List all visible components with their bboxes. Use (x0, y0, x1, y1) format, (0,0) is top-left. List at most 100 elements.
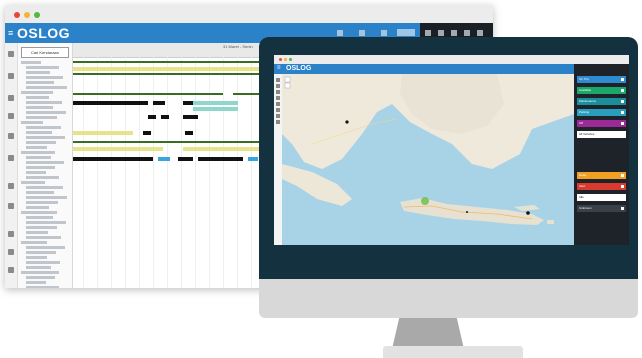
minimize-window-button[interactable] (24, 12, 30, 18)
header-icon-1[interactable] (337, 30, 343, 36)
menu-icon[interactable]: ≡ (277, 65, 281, 71)
rail-icon[interactable] (8, 267, 14, 273)
checkbox-icon[interactable] (621, 78, 624, 81)
list-item[interactable] (26, 126, 61, 129)
alert-filter-button[interactable]: Unknown (577, 205, 626, 212)
list-item[interactable] (26, 216, 53, 219)
list-item[interactable] (26, 81, 54, 84)
rail-icon[interactable] (8, 133, 14, 139)
list-item[interactable] (26, 101, 62, 104)
list-item[interactable] (26, 221, 66, 224)
schedule-bar[interactable] (148, 115, 156, 119)
list-item[interactable] (26, 86, 67, 89)
list-item[interactable] (26, 176, 59, 179)
list-item[interactable] (26, 136, 65, 139)
list-item[interactable] (26, 256, 47, 259)
header-icon-3[interactable] (381, 30, 387, 36)
list-item[interactable] (21, 271, 59, 274)
status-filter-button[interactable]: On Trip (577, 76, 626, 83)
toolbar-icon-2[interactable] (438, 30, 444, 36)
schedule-bar[interactable] (183, 115, 198, 119)
list-item[interactable] (26, 131, 52, 134)
list-item[interactable] (26, 71, 50, 74)
schedule-bar[interactable] (153, 101, 165, 105)
rail-icon[interactable] (276, 108, 280, 112)
list-item[interactable] (26, 96, 49, 99)
list-item[interactable] (26, 286, 59, 288)
schedule-bar[interactable] (248, 157, 258, 161)
list-item[interactable] (26, 111, 66, 114)
rail-icon[interactable] (8, 249, 14, 255)
list-item[interactable] (26, 146, 47, 149)
list-item[interactable] (26, 276, 55, 279)
rail-icon[interactable] (8, 231, 14, 237)
list-item[interactable] (26, 206, 49, 209)
list-item[interactable] (26, 191, 54, 194)
header-icon-2[interactable] (359, 30, 365, 36)
minimize-window-button[interactable] (284, 58, 287, 61)
checkbox-icon[interactable] (621, 100, 624, 103)
list-item[interactable] (26, 116, 57, 119)
list-item[interactable] (26, 186, 63, 189)
list-item[interactable] (26, 106, 53, 109)
search-vehicle-button[interactable]: Cari Kendaraan (21, 47, 69, 58)
list-item[interactable] (21, 211, 57, 214)
schedule-bar[interactable] (143, 131, 151, 135)
schedule-bar[interactable] (73, 147, 163, 151)
schedule-bar[interactable] (73, 131, 133, 135)
menu-icon[interactable]: ≡ (8, 28, 13, 38)
schedule-bar[interactable] (198, 157, 243, 161)
list-item[interactable] (26, 261, 60, 264)
checkbox-icon[interactable] (621, 122, 624, 125)
list-item[interactable] (26, 156, 51, 159)
schedule-bar[interactable] (178, 157, 193, 161)
checkbox-icon[interactable] (621, 133, 624, 136)
checkbox-icon[interactable] (621, 174, 624, 177)
list-item[interactable] (26, 231, 48, 234)
list-item[interactable] (26, 281, 46, 284)
list-item[interactable] (26, 246, 65, 249)
list-item[interactable] (21, 241, 47, 244)
checkbox-icon[interactable] (621, 111, 624, 114)
list-item[interactable] (26, 161, 64, 164)
rail-icon[interactable] (276, 96, 280, 100)
list-item[interactable] (26, 201, 58, 204)
schedule-bar[interactable] (183, 147, 263, 151)
list-item[interactable] (26, 166, 55, 169)
rail-icon[interactable] (276, 78, 280, 82)
list-item[interactable] (26, 226, 57, 229)
map-view[interactable] (282, 74, 574, 245)
list-item[interactable] (26, 251, 56, 254)
status-filter-button[interactable]: Maintenance (577, 98, 626, 105)
checkbox-icon[interactable] (621, 89, 624, 92)
checkbox-icon[interactable] (621, 207, 624, 210)
close-window-button[interactable] (14, 12, 20, 18)
rail-icon[interactable] (276, 90, 280, 94)
list-item[interactable] (21, 91, 53, 94)
toolbar-icon-1[interactable] (425, 30, 431, 36)
schedule-bar[interactable] (73, 93, 223, 95)
schedule-bar[interactable] (73, 157, 153, 161)
list-item[interactable] (26, 171, 46, 174)
close-window-button[interactable] (279, 58, 282, 61)
alert-filter-button[interactable]: Idle (577, 194, 626, 201)
maximize-window-button[interactable] (289, 58, 292, 61)
rail-icon[interactable] (8, 155, 14, 161)
status-filter-button[interactable]: Available (577, 87, 626, 94)
schedule-bar[interactable] (158, 157, 170, 161)
list-item[interactable] (26, 266, 51, 269)
schedule-bar[interactable] (183, 101, 193, 105)
list-item[interactable] (21, 151, 55, 154)
user-menu[interactable] (397, 29, 415, 36)
list-item[interactable] (21, 61, 41, 64)
checkbox-icon[interactable] (621, 185, 624, 188)
rail-icon[interactable] (8, 51, 14, 57)
list-item[interactable] (26, 66, 59, 69)
rail-icon[interactable] (276, 102, 280, 106)
status-filter-button[interactable]: Parking (577, 109, 626, 116)
status-filter-button[interactable]: Off (577, 120, 626, 127)
rail-icon[interactable] (276, 114, 280, 118)
rail-icon[interactable] (8, 113, 14, 119)
schedule-bar[interactable] (193, 107, 238, 111)
rail-icon[interactable] (276, 84, 280, 88)
